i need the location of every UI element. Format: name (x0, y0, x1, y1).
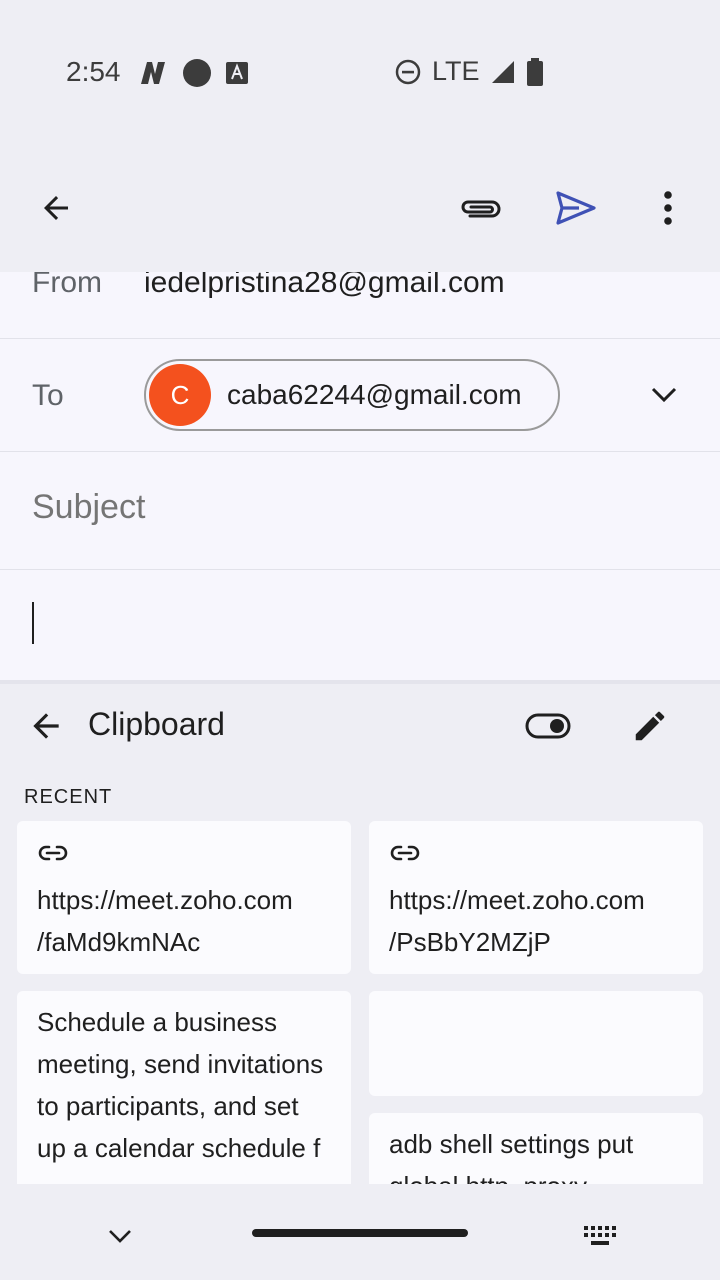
keyboard-icon (584, 1226, 616, 1245)
clipboard-item[interactable]: https://meet.zoho.com /PsBbY2MZjP (369, 821, 703, 974)
clipboard-item[interactable]: adb shell settings put global http_proxy (369, 1113, 703, 1184)
do-not-disturb-icon (395, 59, 421, 84)
chevron-down-icon (651, 387, 677, 403)
clipboard-toggle[interactable] (522, 704, 574, 748)
clipboard-item[interactable]: Schedule a business meeting, send invita… (17, 991, 351, 1184)
avatar: C (149, 364, 211, 426)
battery-icon (526, 57, 543, 86)
hide-keyboard-button[interactable] (96, 1216, 144, 1256)
attach-button[interactable] (452, 180, 508, 236)
compose-toolbar (0, 140, 720, 272)
from-row[interactable]: From iedelpristina28@gmail.com (0, 272, 720, 339)
status-icons-right: LTE (394, 56, 544, 87)
send-icon (556, 191, 596, 225)
clipboard-item[interactable] (369, 991, 703, 1096)
home-indicator[interactable] (252, 1229, 468, 1237)
clipboard-back-button[interactable] (22, 702, 70, 750)
clipboard-item[interactable]: https://meet.zoho.com /faMd9kmNAc (17, 821, 351, 974)
to-label: To (32, 379, 64, 412)
text-cursor (32, 602, 34, 644)
clipboard-items: https://meet.zoho.com /faMd9kmNAc https:… (0, 820, 720, 1184)
to-row: To C caba62244@gmail.com (0, 339, 720, 452)
text-a-icon (226, 62, 248, 84)
keyboard-switch-button[interactable] (580, 1218, 620, 1254)
link-icon (390, 845, 420, 861)
clipboard-item-text: https://meet.zoho.com /PsBbY2MZjP (389, 885, 645, 957)
link-icon (38, 845, 68, 861)
network-type: LTE (432, 56, 480, 86)
status-time: 2:54 (66, 56, 121, 87)
circle-icon (183, 59, 211, 87)
clipboard-edit-button[interactable] (626, 702, 674, 750)
from-label: From (32, 272, 102, 299)
clipboard-item-text: adb shell settings put global http_proxy (389, 1129, 634, 1184)
more-options-button[interactable] (640, 180, 696, 236)
clipboard-item-text: Schedule a business meeting, send invita… (37, 1007, 324, 1163)
recipient-email: caba62244@gmail.com (227, 379, 522, 410)
status-icons-left (138, 58, 248, 88)
body-field[interactable] (0, 570, 720, 680)
chevron-down-icon (109, 1230, 131, 1243)
from-value[interactable]: iedelpristina28@gmail.com (144, 272, 505, 300)
expand-recipients-button[interactable] (640, 371, 688, 419)
notification-n-icon (141, 62, 165, 84)
back-button[interactable] (28, 180, 84, 236)
keyboard-clipboard-panel: Clipboard RECENT https://meet.zoho.com /… (0, 680, 720, 1280)
toggle-icon (525, 713, 571, 739)
recipient-chip[interactable]: C caba62244@gmail.com (144, 359, 560, 431)
edit-pencil-icon (635, 711, 665, 741)
paperclip-icon (461, 200, 501, 218)
clipboard-item-text: https://meet.zoho.com /faMd9kmNAc (37, 885, 293, 957)
status-bar: 2:54 LTE (0, 0, 720, 140)
signal-icon (491, 60, 514, 83)
more-vert-icon (664, 191, 672, 225)
recent-section-label: RECENT (24, 786, 113, 808)
subject-row (0, 452, 720, 570)
subject-input[interactable] (32, 488, 632, 527)
compose-form: From iedelpristina28@gmail.com To C caba… (0, 272, 720, 680)
send-button[interactable] (548, 180, 604, 236)
divider (0, 680, 720, 684)
back-arrow-icon (33, 713, 59, 739)
back-arrow-icon (44, 196, 68, 220)
clipboard-title: Clipboard (88, 706, 225, 742)
